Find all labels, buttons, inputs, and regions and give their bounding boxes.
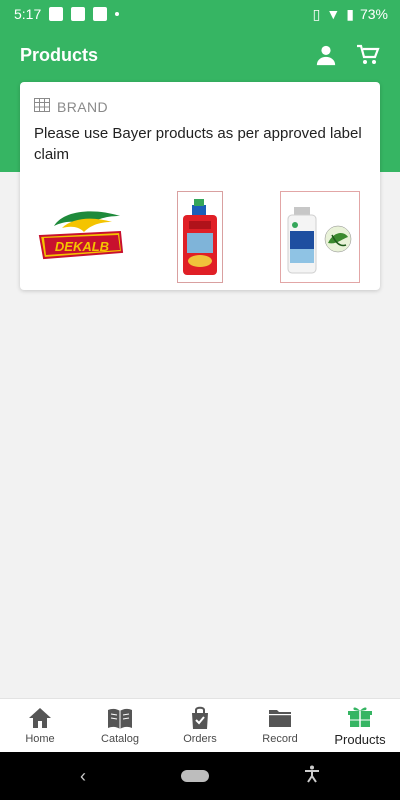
notification-icon [71, 7, 86, 21]
notification-dot-icon [115, 12, 120, 16]
folder-icon [267, 706, 293, 730]
accessibility-icon[interactable] [304, 765, 320, 788]
bottom-nav: Home Catalog Orders Record Products [0, 698, 400, 752]
product-image-white-bottle[interactable] [280, 191, 360, 288]
brand-logo-dekalb[interactable]: DEKALB [34, 208, 126, 271]
nav-record[interactable]: Record [240, 699, 320, 752]
brand-card: BRAND Please use Bayer products as per a… [20, 82, 380, 290]
nav-home-label: Home [25, 733, 55, 745]
product-image-red-bottle[interactable] [177, 191, 223, 288]
system-nav-bar: ‹ [0, 752, 400, 800]
card-message: Please use Bayer products as per approve… [34, 125, 362, 163]
nav-catalog[interactable]: Catalog [80, 699, 160, 752]
home-pill-icon[interactable] [181, 770, 209, 782]
brand-list: DEKALB [20, 190, 380, 284]
cart-icon[interactable] [356, 43, 380, 67]
card-header-label: BRAND [57, 98, 109, 115]
vibrate-icon: ▯ [312, 5, 321, 22]
nav-orders-label: Orders [183, 733, 217, 745]
status-time: 5:17 [14, 6, 42, 22]
user-icon[interactable] [314, 43, 338, 67]
boxes-icon [347, 705, 373, 729]
battery-percent: 73% [359, 6, 388, 22]
page-title: Products [20, 44, 99, 65]
book-icon [107, 706, 133, 730]
status-bar: 5:17 ▯ ▼ ▮ 73% [0, 0, 400, 28]
nav-orders[interactable]: Orders [160, 699, 240, 752]
home-icon [27, 706, 53, 730]
app-bar: Products [0, 28, 400, 82]
notification-icon [93, 7, 108, 21]
back-icon[interactable]: ‹ [80, 766, 86, 787]
nav-products[interactable]: Products [320, 699, 400, 752]
shopping-bag-icon [187, 706, 213, 730]
table-icon [34, 98, 50, 115]
nav-home[interactable]: Home [0, 699, 80, 752]
wifi-icon: ▼ [326, 6, 341, 22]
nav-products-label: Products [334, 731, 386, 747]
nav-catalog-label: Catalog [101, 733, 139, 745]
battery-icon: ▮ [346, 5, 354, 22]
brand-logo-text: DEKALB [55, 239, 109, 254]
nav-record-label: Record [262, 733, 298, 745]
notification-icon [49, 7, 64, 21]
